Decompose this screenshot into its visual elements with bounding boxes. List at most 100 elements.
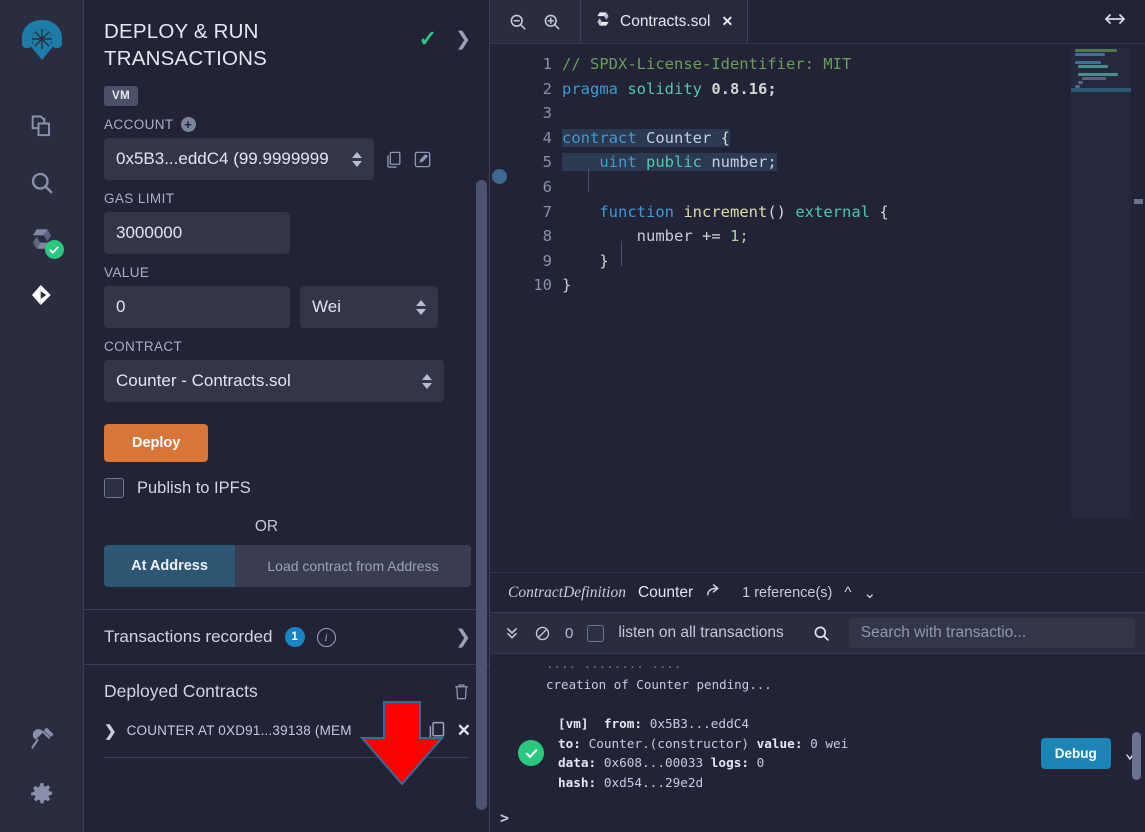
list-divider	[104, 757, 469, 758]
debug-button[interactable]: Debug	[1041, 738, 1111, 769]
code-editor[interactable]: 1 2 3 4 5 6 7 8 9 10 // SPDX-License-Ide…	[490, 44, 1145, 572]
code-line: uint public number;	[562, 150, 1145, 175]
remove-contract-icon[interactable]: ✕	[457, 721, 471, 741]
log-pending-message: creation of Counter pending...	[490, 671, 1145, 692]
zoom-in-icon[interactable]	[542, 12, 562, 32]
line-number: 10	[490, 273, 552, 298]
sidebar-item-deploy-run[interactable]	[14, 267, 70, 323]
breakpoint-marker[interactable]	[492, 169, 507, 184]
tabbar-spacer	[748, 0, 1145, 43]
remix-logo[interactable]	[14, 12, 70, 73]
terminal-log[interactable]: .... ........ .... creation of Counter p…	[490, 654, 1145, 832]
chevron-right-icon[interactable]: ❯	[455, 30, 471, 49]
transactions-recorded-section[interactable]: Transactions recorded 1 i ❯	[84, 610, 489, 664]
resize-horizontal-icon[interactable]	[1103, 11, 1127, 32]
symbol-name: Counter	[638, 584, 693, 602]
edit-account-icon[interactable]	[413, 150, 432, 169]
chevron-up-icon[interactable]: ^	[844, 584, 851, 601]
search-icon[interactable]	[812, 624, 831, 643]
minimap-line	[1075, 49, 1117, 52]
terminal-prompt[interactable]: >	[490, 793, 1145, 827]
deployed-contract-name: COUNTER AT 0XD91...39138 (MEM	[127, 723, 416, 738]
code-minimap[interactable]	[1071, 48, 1131, 518]
chevron-down-icon[interactable]: ⌄	[863, 584, 876, 602]
publish-ipfs-label: Publish to IPFS	[137, 479, 251, 498]
deploy-button[interactable]: Deploy	[104, 424, 208, 462]
deployed-contract-item[interactable]: ❯ COUNTER AT 0XD91...39138 (MEM ✕	[84, 714, 489, 749]
reference-count: 1 reference(s)	[742, 585, 832, 601]
code-line: pragma solidity 0.8.16;	[562, 77, 1145, 102]
sidebar-item-solidity-compiler[interactable]	[14, 211, 70, 267]
transaction-details: [vm] from: 0x5B3...eddC4 to: Counter.(co…	[558, 714, 1027, 793]
value-input[interactable]: 0	[104, 286, 290, 328]
indent-guide	[588, 167, 589, 192]
indent-guide	[621, 241, 622, 266]
transaction-search-input[interactable]: Search with transactio...	[849, 618, 1135, 648]
contract-label: CONTRACT	[104, 339, 489, 354]
pending-transactions-count: 0	[565, 625, 573, 642]
account-select[interactable]: 0x5B3...eddC4 (99.9999999	[104, 138, 374, 180]
zoom-out-icon[interactable]	[508, 12, 528, 32]
line-number: 7	[490, 200, 552, 225]
editor-vertical-scrollbar[interactable]	[1134, 199, 1143, 204]
close-icon[interactable]: ✕	[721, 13, 733, 30]
terminal-scrollbar[interactable]	[1132, 732, 1141, 780]
chevron-right-icon[interactable]: ❯	[455, 628, 471, 647]
transactions-recorded-label: Transactions recorded	[104, 627, 273, 647]
or-divider-label: OR	[84, 518, 489, 536]
gas-limit-input[interactable]: 3000000	[104, 212, 290, 254]
goto-reference-icon[interactable]	[705, 582, 722, 604]
sidebar-item-file-explorer[interactable]	[14, 99, 70, 155]
code-lines: // SPDX-License-Identifier: MIT pragma s…	[562, 52, 1145, 298]
copy-account-icon[interactable]	[384, 150, 403, 169]
tx-vm-tag: [vm]	[558, 716, 589, 731]
tx-hash-value: 0xd54...29e2d	[604, 775, 703, 790]
editor-tab-bar: Contracts.sol ✕	[490, 0, 1145, 44]
symbol-reference-bar: ContractDefinition Counter 1 reference(s…	[490, 572, 1145, 612]
code-line: number += 1;	[562, 224, 1145, 249]
solidity-file-icon	[595, 11, 611, 32]
left-panel-scrollbar[interactable]	[476, 180, 487, 810]
at-address-input[interactable]: Load contract from Address	[235, 545, 471, 587]
account-label-text: ACCOUNT	[104, 117, 174, 132]
sidebar-item-settings[interactable]	[14, 766, 70, 822]
account-label: ACCOUNT +	[104, 117, 489, 132]
tx-from-key: from:	[604, 716, 642, 731]
transaction-entry[interactable]: [vm] from: 0x5B3...eddC4 to: Counter.(co…	[490, 692, 1145, 793]
terminal-toolbar: 0 listen on all transactions Search with…	[490, 612, 1145, 654]
value-unit-select[interactable]: Wei	[300, 286, 438, 328]
at-address-button[interactable]: At Address	[104, 545, 235, 587]
collapse-terminal-icon[interactable]	[504, 625, 520, 641]
minimap-line	[1078, 65, 1108, 68]
sidebar-item-plugin-manager[interactable]	[14, 710, 70, 766]
deployed-contracts-header: Deployed Contracts	[84, 665, 489, 714]
code-line: }	[562, 273, 1145, 298]
line-number: 3	[490, 101, 552, 126]
value-unit-value: Wei	[312, 297, 341, 317]
clear-console-icon[interactable]	[534, 625, 551, 642]
gas-limit-label: GAS LIMIT	[104, 191, 489, 206]
remix-ide-window: DEPLOY & RUN TRANSACTIONS ✓ ❯ VM ACCOUNT…	[0, 0, 1145, 832]
copy-contract-address-icon[interactable]	[426, 720, 447, 741]
contract-select[interactable]: Counter - Contracts.sol	[104, 360, 444, 402]
info-icon[interactable]: i	[317, 628, 336, 647]
minimap-line	[1075, 61, 1101, 64]
listen-all-transactions-checkbox[interactable]	[587, 625, 604, 642]
publish-ipfs-checkbox[interactable]	[104, 478, 124, 498]
line-number: 9	[490, 249, 552, 274]
chevron-right-icon[interactable]: ❯	[104, 722, 117, 740]
panel-status-check-icon: ✓	[419, 28, 437, 50]
publish-ipfs-row: Publish to IPFS	[104, 478, 489, 498]
code-line: // SPDX-License-Identifier: MIT	[562, 52, 1145, 77]
value-row: 0 Wei	[84, 286, 489, 328]
tx-to-key: to:	[558, 736, 581, 751]
tx-data-key: data:	[558, 755, 596, 770]
tab-contracts-sol[interactable]: Contracts.sol ✕	[581, 0, 748, 43]
trash-icon[interactable]	[452, 682, 471, 701]
chevron-updown-icon	[422, 374, 432, 389]
sidebar-item-search[interactable]	[14, 155, 70, 211]
deploy-and-run-panel: DEPLOY & RUN TRANSACTIONS ✓ ❯ VM ACCOUNT…	[84, 0, 490, 832]
add-account-icon[interactable]: +	[181, 117, 196, 132]
minimap-line	[1078, 73, 1118, 76]
tx-value-key: value:	[757, 736, 803, 751]
